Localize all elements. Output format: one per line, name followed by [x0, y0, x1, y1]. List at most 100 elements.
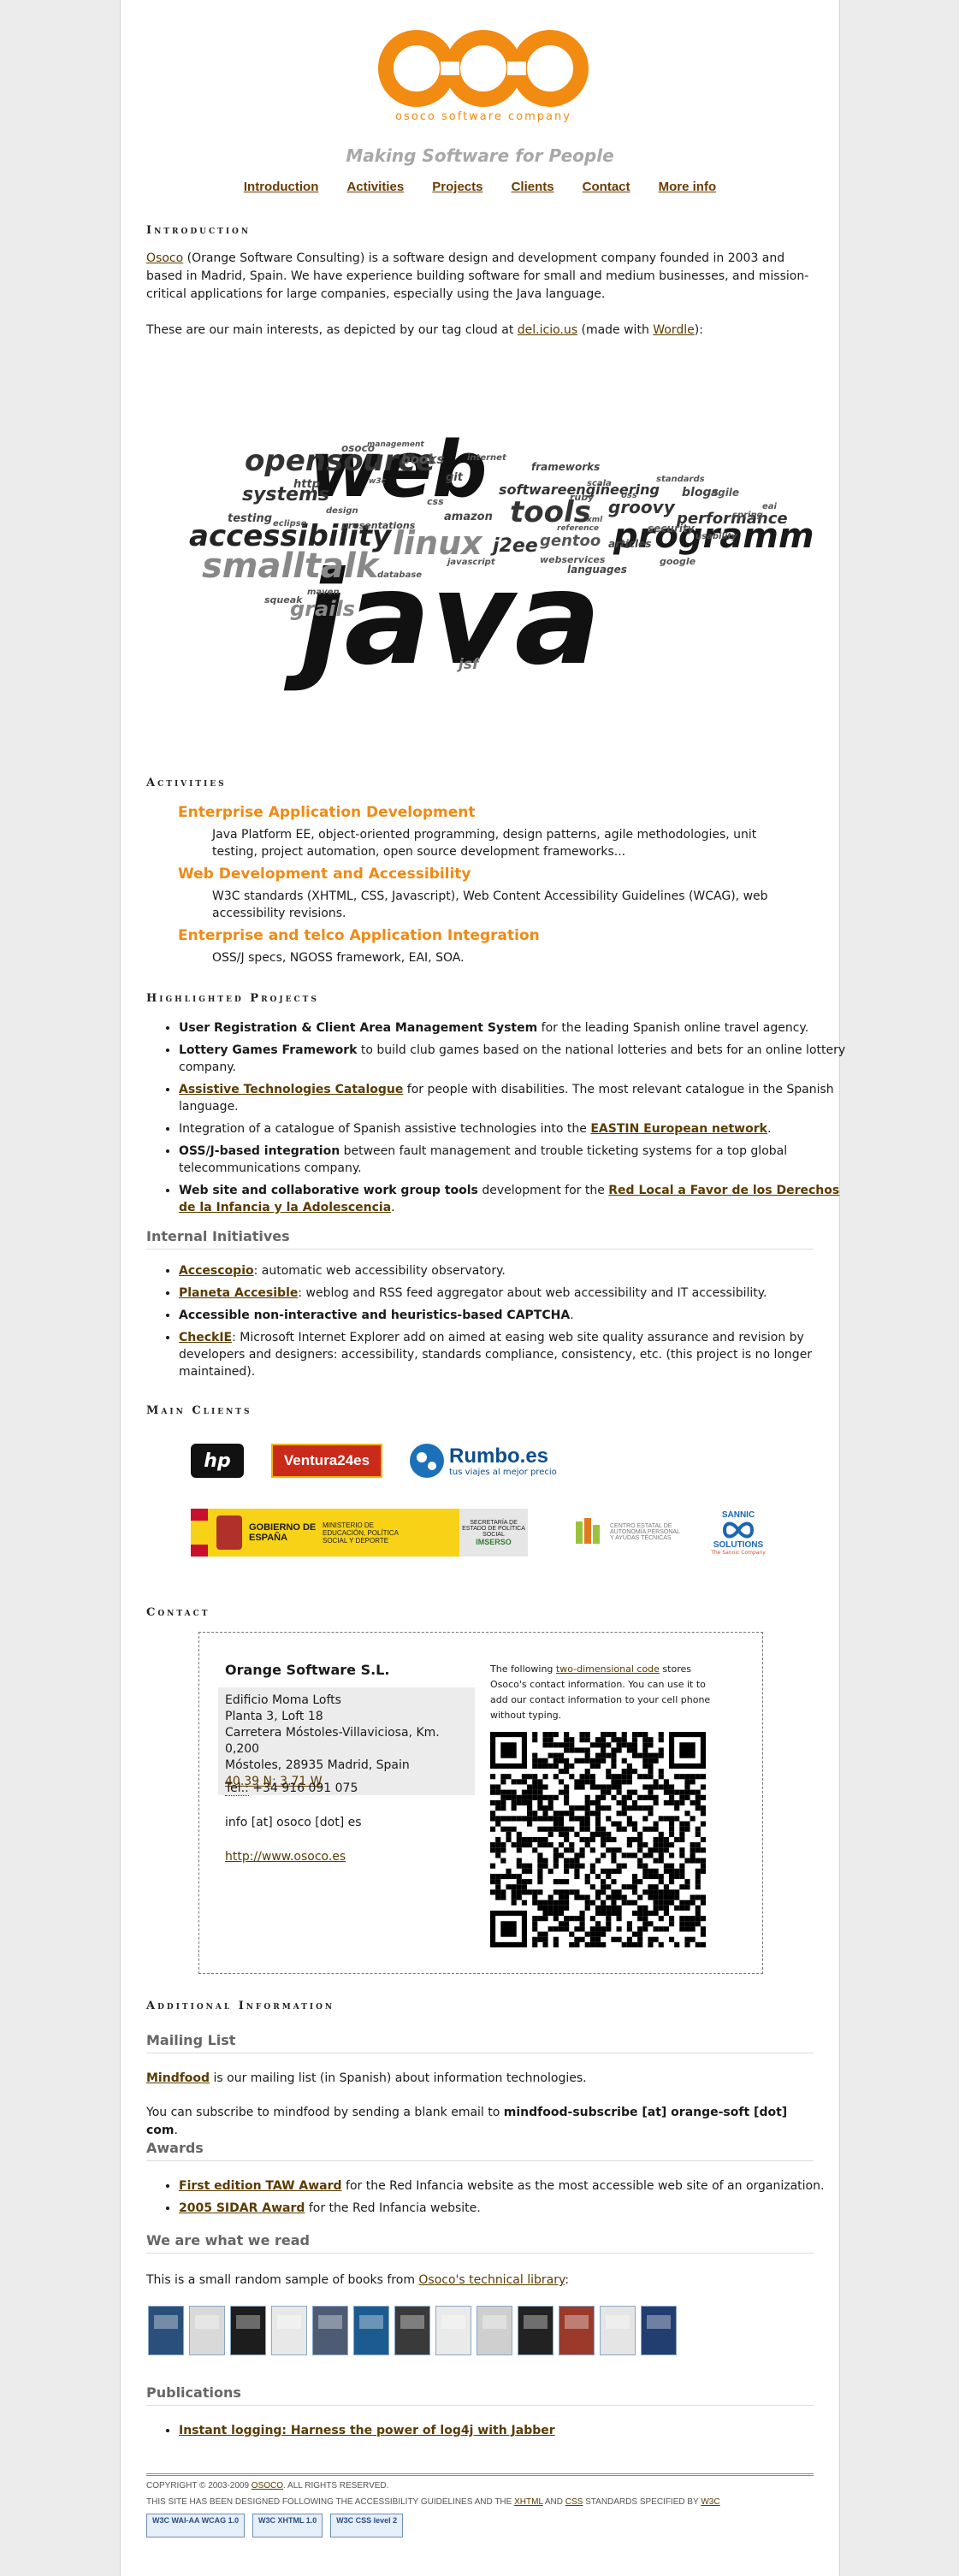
qr-module	[700, 1863, 706, 1869]
qr-module	[564, 1742, 570, 1748]
book-cover[interactable]	[230, 2306, 266, 2355]
library-link[interactable]: Osoco's technical library	[418, 2273, 565, 2287]
qr-module	[601, 1805, 607, 1811]
qr-module	[595, 1752, 601, 1758]
book-cover[interactable]	[477, 2306, 512, 2355]
standards-text: THIS SITE HAS BEEN DESIGNED FOLLOWING TH…	[146, 2497, 515, 2507]
reading-heading: We are what we read	[146, 2232, 814, 2254]
initiative-link[interactable]: Accescopio	[179, 1264, 254, 1278]
nav-contact[interactable]: Contact	[583, 180, 630, 194]
qr-module	[695, 1894, 701, 1900]
qr-module	[695, 1879, 701, 1885]
client-logo-hp: hp	[191, 1444, 244, 1478]
qr-module	[684, 1826, 690, 1832]
qr-module	[542, 1836, 548, 1843]
delicious-link[interactable]: del.icio.us	[518, 323, 577, 337]
qr-module	[648, 1910, 654, 1917]
qr-module	[674, 1894, 680, 1900]
book-cover[interactable]	[394, 2306, 430, 2355]
nav-clients[interactable]: Clients	[512, 180, 554, 194]
osoco-link[interactable]: Osoco	[146, 251, 183, 265]
book-cover[interactable]	[435, 2306, 471, 2355]
main-nav: Introduction Activities Projects Clients…	[121, 178, 839, 194]
qr-module	[606, 1910, 612, 1917]
qr-module	[595, 1831, 601, 1837]
qr-module	[611, 1910, 617, 1917]
w3c-link[interactable]: W3C	[701, 2497, 719, 2507]
email: info [at] osoco [dot] es	[225, 1816, 362, 1829]
nav-more-info[interactable]: More info	[659, 180, 717, 194]
qr-module	[558, 1921, 565, 1927]
qr-module	[579, 1747, 585, 1753]
qr-module	[490, 1889, 496, 1895]
book-cover[interactable]	[271, 2306, 307, 2355]
initiative-link[interactable]: Planeta Accesible	[179, 1286, 298, 1300]
qr-module	[637, 1805, 643, 1811]
internal-initiatives-heading: Internal Initiatives	[146, 1228, 814, 1250]
book-cover[interactable]	[559, 2306, 595, 2355]
qr-module	[574, 1894, 580, 1900]
qr-module	[589, 1916, 595, 1922]
award-link[interactable]: 2005 SIDAR Award	[179, 2201, 305, 2215]
qr-module	[574, 1747, 580, 1753]
book-cover[interactable]	[600, 2306, 636, 2355]
qr-module	[668, 1916, 675, 1922]
nav-projects[interactable]: Projects	[432, 180, 482, 194]
qr-module	[569, 1805, 575, 1811]
osoco-logo[interactable]: osoco software company	[377, 29, 589, 128]
project-link[interactable]: EASTIN European network	[590, 1122, 767, 1136]
qr-module	[516, 1816, 522, 1822]
wordle-link[interactable]: Wordle	[653, 323, 695, 337]
projects-heading: Highlighted Projects	[146, 992, 319, 1005]
book-covers	[146, 2306, 814, 2360]
nav-introduction[interactable]: Introduction	[244, 180, 318, 194]
qr-module	[668, 1873, 675, 1880]
osoco-footer-link[interactable]: OSOCO	[252, 2481, 283, 2490]
cloud-word: webservices	[540, 554, 606, 565]
book-cover[interactable]	[641, 2306, 677, 2355]
xhtml-link[interactable]: XHTML	[514, 2497, 543, 2507]
nav-activities[interactable]: Activities	[346, 180, 404, 194]
book-cover[interactable]	[189, 2306, 225, 2355]
qr-module	[700, 1858, 706, 1864]
book-cover[interactable]	[312, 2306, 348, 2355]
qr-module	[626, 1816, 632, 1822]
qr-module	[527, 1842, 533, 1848]
xhtml-badge[interactable]: W3C XHTML 1.0	[252, 2514, 323, 2538]
css-link[interactable]: CSS	[565, 2497, 583, 2507]
qr-module	[674, 1873, 680, 1880]
qr-module	[589, 1799, 595, 1806]
initiative-link[interactable]: CheckIE	[179, 1331, 232, 1344]
cloud-word: scala	[587, 479, 612, 488]
mindfood-link[interactable]: Mindfood	[146, 2071, 210, 2085]
qr-code-link[interactable]: two-dimensional code	[556, 1663, 660, 1675]
qr-module	[595, 1936, 601, 1942]
qr-module	[690, 1789, 696, 1795]
qr-module	[642, 1805, 648, 1811]
book-cover[interactable]	[148, 2306, 184, 2355]
wcag-badge[interactable]: W3C WAI-AA WCAG 1.0	[146, 2514, 246, 2538]
cloud-word: frameworks	[531, 461, 600, 473]
qr-module	[548, 1799, 553, 1806]
qr-module	[653, 1779, 659, 1785]
project-link[interactable]: Assistive Technologies Catalogue	[179, 1083, 403, 1096]
book-cover[interactable]	[518, 2306, 553, 2355]
qr-module	[595, 1926, 601, 1932]
qr-module	[637, 1926, 643, 1932]
qr-module	[642, 1889, 648, 1895]
internal-list: Accescopio: automatic web accessibility …	[146, 1262, 846, 1385]
qr-module	[616, 1905, 622, 1911]
qr-module	[537, 1858, 543, 1864]
qr-module	[601, 1742, 607, 1748]
publication-link[interactable]: Instant logging: Harness the power of lo…	[179, 2424, 555, 2437]
css-badge[interactable]: W3C CSS level 2	[330, 2514, 404, 2538]
qr-module	[527, 1811, 533, 1817]
qr-module	[690, 1799, 696, 1806]
award-link[interactable]: First edition TAW Award	[179, 2179, 342, 2193]
qr-module	[637, 1905, 643, 1911]
qr-module	[569, 1816, 575, 1822]
qr-module	[631, 1836, 638, 1843]
website-link[interactable]: http://www.osoco.es	[225, 1850, 346, 1864]
book-cover[interactable]	[353, 2306, 389, 2355]
qr-module	[516, 1831, 522, 1837]
